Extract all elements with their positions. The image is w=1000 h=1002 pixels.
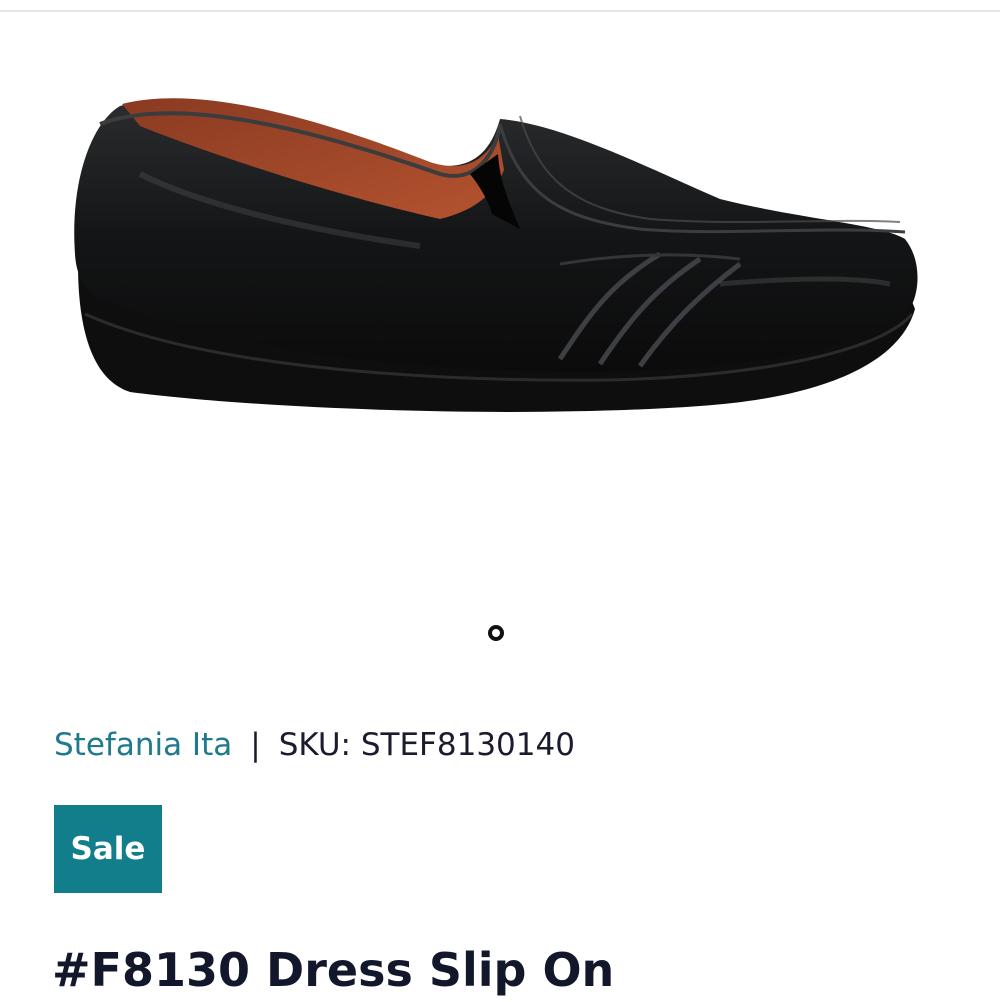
meta-separator: | xyxy=(250,727,261,763)
sku-label: SKU: xyxy=(278,727,351,763)
product-image[interactable] xyxy=(0,14,1000,614)
gallery-pagination-dot[interactable] xyxy=(488,625,504,641)
top-divider xyxy=(0,10,1000,12)
product-title: #F8130 Dress Slip On xyxy=(52,943,615,997)
sale-badge: Sale xyxy=(54,805,162,893)
sku-value: STEF8130140 xyxy=(360,727,575,763)
brand-link[interactable]: Stefania Ita xyxy=(54,727,232,763)
product-meta-line: Stefania Ita | SKU: STEF8130140 xyxy=(54,722,575,768)
product-image-gallery[interactable] xyxy=(0,14,1000,614)
